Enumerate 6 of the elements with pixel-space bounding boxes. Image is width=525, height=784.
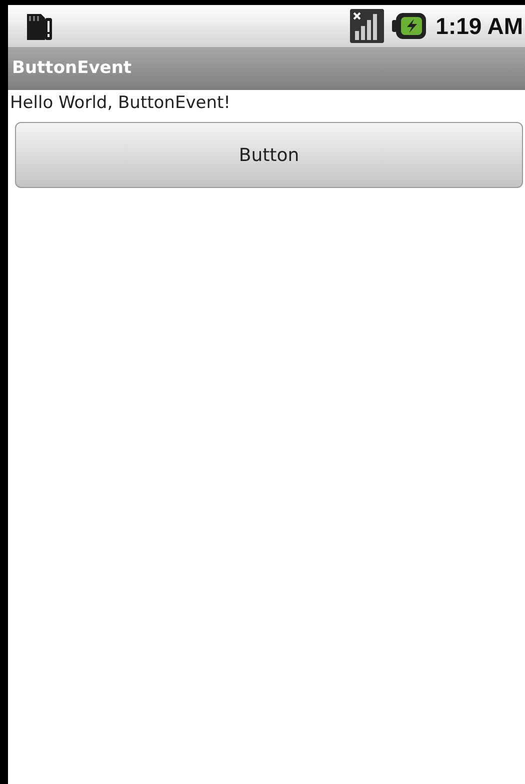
clock-time: 1:19 AM (436, 12, 523, 41)
signal-icon (350, 9, 384, 43)
app-title: ButtonEvent (12, 56, 132, 80)
hello-text: Hello World, ButtonEvent! (9, 92, 230, 115)
button[interactable]: Button (15, 122, 523, 188)
battery-charging-icon (392, 12, 426, 40)
